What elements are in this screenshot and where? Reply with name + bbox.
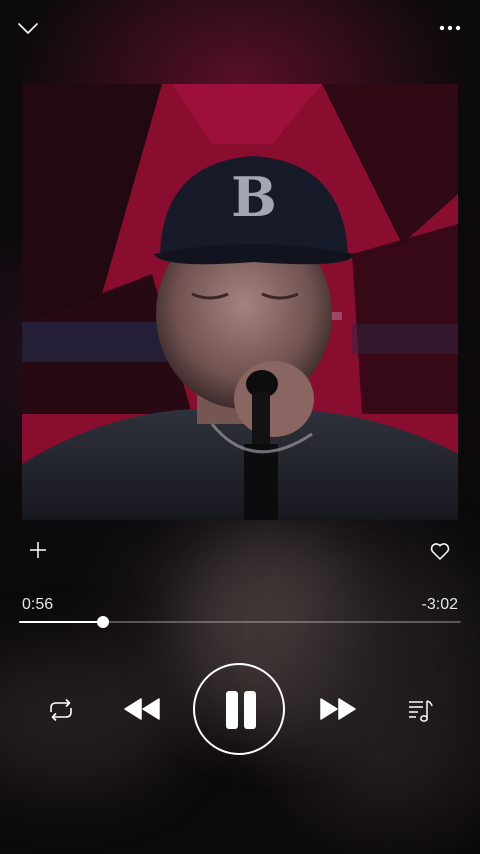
pause-icon (226, 691, 238, 729)
chevron-down-icon[interactable] (14, 16, 42, 40)
remaining-time: -3:02 (421, 596, 458, 613)
plus-icon[interactable] (26, 538, 50, 562)
rewind-icon[interactable] (122, 694, 162, 724)
pause-button[interactable] (193, 663, 285, 755)
progress-bar[interactable] (19, 616, 461, 628)
repeat-icon[interactable] (46, 696, 76, 724)
elapsed-time: 0:56 (22, 596, 54, 613)
album-artwork: B (22, 84, 458, 520)
pause-icon-bar (244, 691, 256, 729)
progress-fill (19, 621, 103, 623)
fast-forward-icon[interactable] (318, 694, 358, 724)
playlist-icon[interactable] (406, 696, 436, 724)
heart-icon[interactable] (428, 540, 452, 562)
progress-thumb[interactable] (96, 616, 109, 628)
ellipsis-icon[interactable] (436, 18, 464, 38)
